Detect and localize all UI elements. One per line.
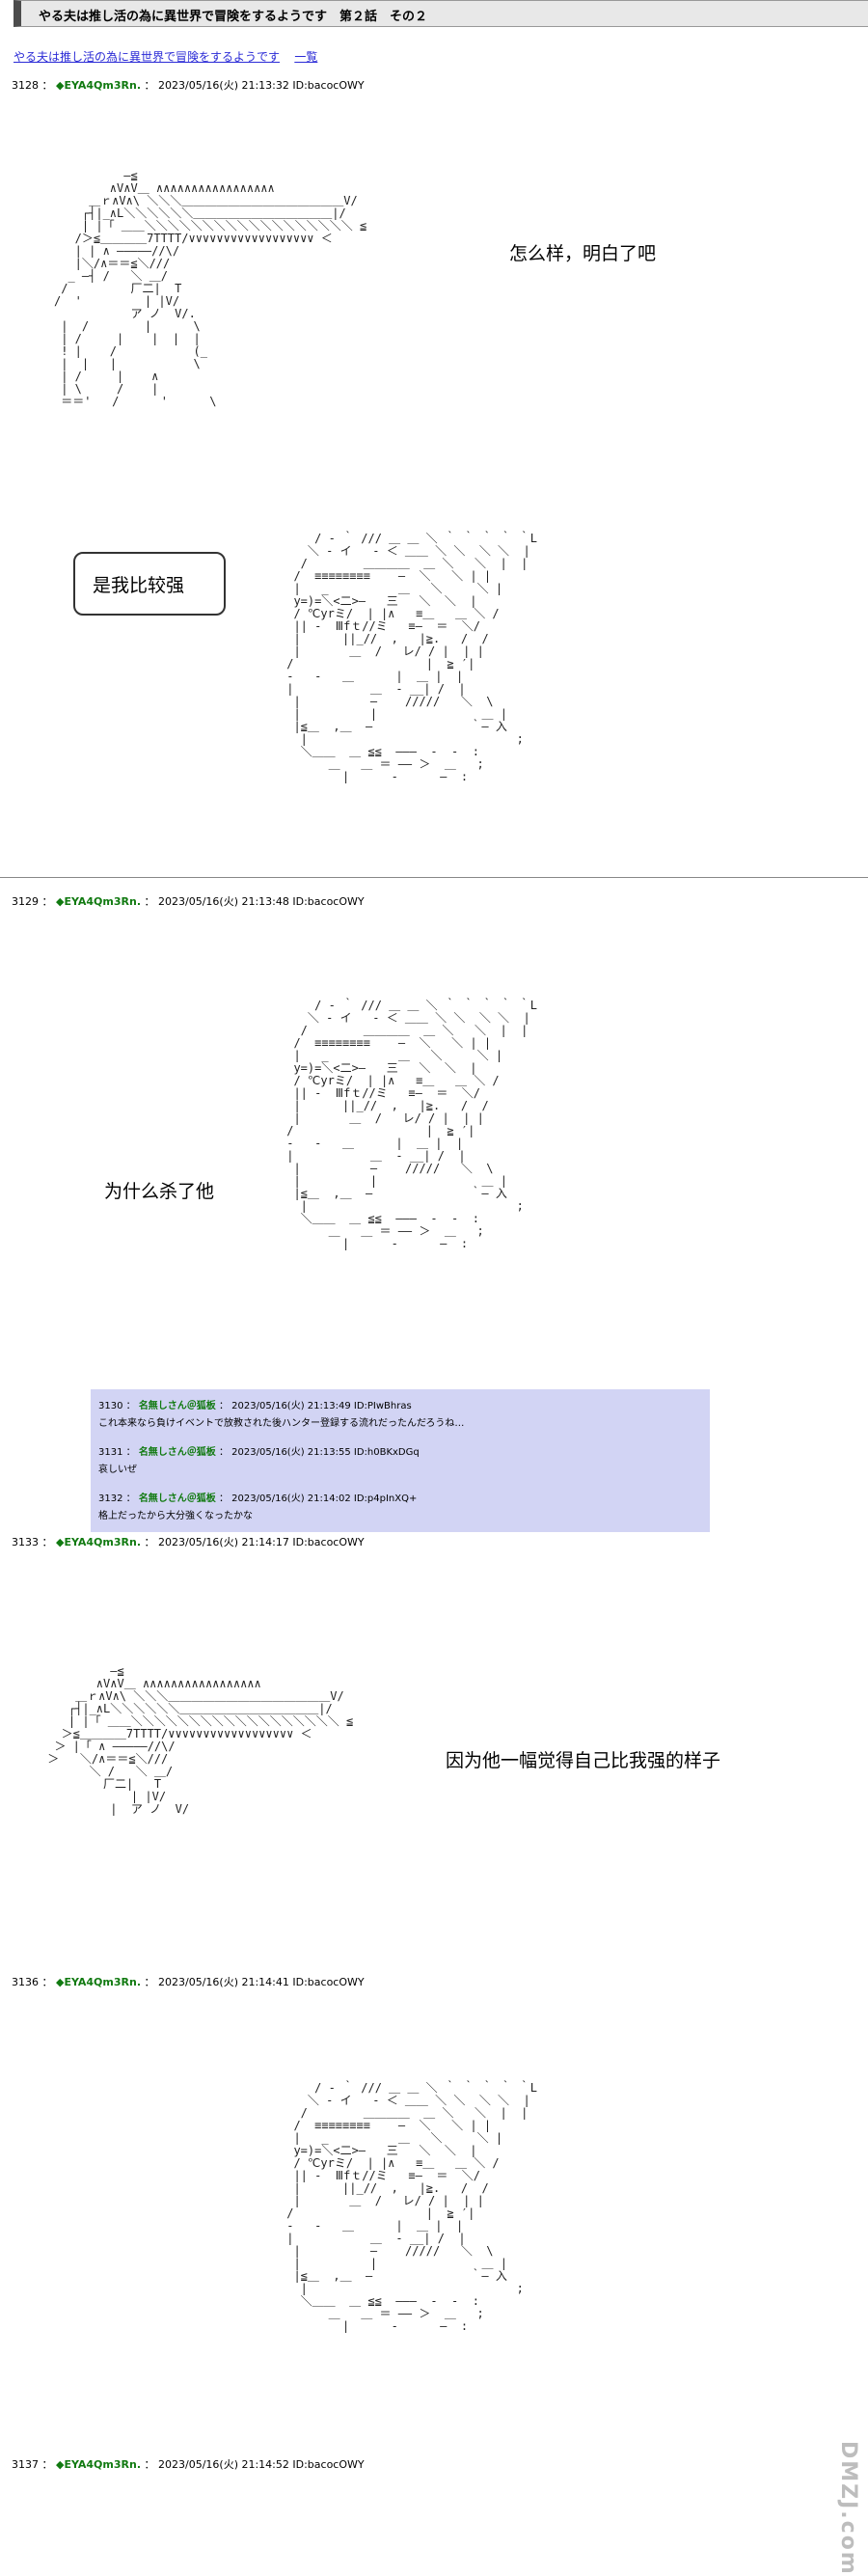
post-meta: 2023/05/16(火) 21:13:32 ID:bacocOWY <box>158 79 365 92</box>
poster-name: ◆EYA4Qm3Rn. <box>56 1536 141 1548</box>
post-number: 3129 <box>12 895 39 908</box>
index-link[interactable]: 一覧 <box>294 50 317 64</box>
post-header-3137: 3137 ： ◆EYA4Qm3Rn. ： 2023/05/16(火) 21:14… <box>12 2458 365 2471</box>
ascii-art-face-1: / ‐ ｀ /// ＿ ＿ ＼ ｀ ｀ ｀ ｀ ｀L ＼ ‐ イ ‐ ＜ ＿＿ … <box>286 532 537 783</box>
post-number: 3133 <box>12 1536 39 1548</box>
reply-number: 3130 <box>98 1401 123 1411</box>
speech-bubble: 是我比较强 <box>73 552 226 616</box>
reply-header-3130: 3130 ： 名無しさん＠狐板 ： 2023/05/16(火) 21:13:49… <box>98 1401 412 1411</box>
watermark-logo: DMZJ.com <box>836 2441 860 2576</box>
post-meta: 2023/05/16(火) 21:13:48 ID:bacocOWY <box>158 895 365 908</box>
reply-name: 名無しさん＠狐板 <box>138 1494 216 1504</box>
reply-header-3131: 3131 ： 名無しさん＠狐板 ： 2023/05/16(火) 21:13:55… <box>98 1447 420 1458</box>
reply-name: 名無しさん＠狐板 <box>138 1447 216 1458</box>
post-meta: 2023/05/16(火) 21:14:41 ID:bacocOWY <box>158 1976 365 1988</box>
ascii-art-face-2: / ‐ ｀ /// ＿ ＿ ＼ ｀ ｀ ｀ ｀ ｀L ＼ ‐ イ ‐ ＜ ＿＿ … <box>286 999 537 1250</box>
caption-2: 是我比较强 <box>93 575 185 596</box>
reply-box: 3130 ： 名無しさん＠狐板 ： 2023/05/16(火) 21:13:49… <box>91 1389 710 1532</box>
reply-text-3131: 哀しいぜ <box>98 1465 137 1475</box>
poster-name: ◆EYA4Qm3Rn. <box>56 2458 141 2471</box>
thread-link[interactable]: やる夫は推し活の為に異世界で冒険をするようです <box>14 50 280 64</box>
reply-number: 3131 <box>98 1447 123 1458</box>
caption-4: 因为他一幅觉得自己比我强的样子 <box>446 1750 721 1771</box>
page-title: やる夫は推し活の為に異世界で冒険をするようです 第２話 その２ <box>39 10 428 24</box>
reply-meta: 2023/05/16(火) 21:13:55 ID:h0BKxDGq <box>231 1447 420 1458</box>
reply-meta: 2023/05/16(火) 21:14:02 ID:p4pInXQ+ <box>231 1494 418 1504</box>
post-header-3128: 3128 ： ◆EYA4Qm3Rn. ： 2023/05/16(火) 21:13… <box>12 79 365 92</box>
post-header-3136: 3136 ： ◆EYA4Qm3Rn. ： 2023/05/16(火) 21:14… <box>12 1976 365 1988</box>
caption-3: 为什么杀了他 <box>104 1181 215 1202</box>
top-nav: やる夫は推し活の為に異世界で冒険をするようです 一覧 <box>14 48 317 65</box>
ascii-art-gunman-2: ―≦ ∧V∧V＿ ∧∧∧∧∧∧∧∧∧∧∧∧∧∧∧∧∧ ＿ｒ∧V∧\ ＼＼＼＿＿＿… <box>47 1664 354 1816</box>
reply-name: 名無しさん＠狐板 <box>138 1401 216 1411</box>
reply-text-3130: これ本来なら負けイベントで放教された後ハンター登録する流れだったんだろうね… <box>98 1418 465 1429</box>
post-meta: 2023/05/16(火) 21:14:17 ID:bacocOWY <box>158 1536 365 1548</box>
ascii-art-gunman-1: ―≦ ∧V∧V＿ ∧∧∧∧∧∧∧∧∧∧∧∧∧∧∧∧∧ ＿ｒ∧V∧\ ＼＼＼＿＿＿… <box>54 169 367 408</box>
poster-name: ◆EYA4Qm3Rn. <box>56 895 141 908</box>
poster-name: ◆EYA4Qm3Rn. <box>56 1976 141 1988</box>
caption-1: 怎么样，明白了吧 <box>509 243 657 264</box>
post-header-3133: 3133 ： ◆EYA4Qm3Rn. ： 2023/05/16(火) 21:14… <box>12 1536 365 1548</box>
ascii-art-face-3: / ‐ ｀ /// ＿ ＿ ＼ ｀ ｀ ｀ ｀ ｀L ＼ ‐ イ ‐ ＜ ＿＿ … <box>286 2081 537 2333</box>
reply-text-3132: 格上だったから大分強くなったかな <box>98 1511 253 1521</box>
reply-number: 3132 <box>98 1494 123 1504</box>
post-number: 3136 <box>12 1976 39 1988</box>
post-meta: 2023/05/16(火) 21:14:52 ID:bacocOWY <box>158 2458 365 2471</box>
reply-header-3132: 3132 ： 名無しさん＠狐板 ： 2023/05/16(火) 21:14:02… <box>98 1494 418 1504</box>
divider <box>0 877 868 878</box>
poster-name: ◆EYA4Qm3Rn. <box>56 79 141 92</box>
post-number: 3137 <box>12 2458 39 2471</box>
post-header-3129: 3129 ： ◆EYA4Qm3Rn. ： 2023/05/16(火) 21:13… <box>12 895 365 908</box>
reply-meta: 2023/05/16(火) 21:13:49 ID:PIwBhras <box>231 1401 412 1411</box>
post-number: 3128 <box>12 79 39 92</box>
page-title-bar: やる夫は推し活の為に異世界で冒険をするようです 第２話 その２ <box>14 0 868 27</box>
